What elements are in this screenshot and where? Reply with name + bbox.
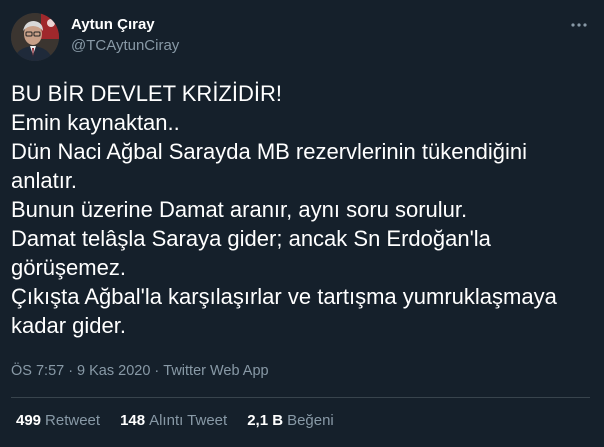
quote-tweet-count[interactable]: 148 Alıntı Tweet bbox=[120, 411, 227, 431]
tweet-time[interactable]: ÖS 7:57 bbox=[11, 363, 64, 379]
tweet-card: Aytun Çıray @TCAytunCiray BU BİR DEVLET … bbox=[0, 0, 604, 447]
tweet-date[interactable]: 9 Kas 2020 bbox=[77, 363, 150, 379]
tweet-source[interactable]: Twitter Web App bbox=[163, 363, 268, 379]
tweet-line: anlatır. bbox=[11, 168, 78, 193]
more-horizontal-icon bbox=[571, 23, 587, 27]
divider bbox=[11, 397, 590, 398]
avatar[interactable] bbox=[11, 13, 59, 61]
like-count[interactable]: 2,1 B Beğeni bbox=[247, 411, 334, 431]
author-handle[interactable]: @TCAytunCiray bbox=[71, 36, 179, 56]
like-count-value: 2,1 B bbox=[247, 412, 284, 429]
quote-tweet-count-value: 148 bbox=[120, 412, 146, 429]
meta-separator: · bbox=[68, 363, 74, 379]
tweet-line: görüşemez. bbox=[11, 255, 126, 280]
meta-separator: · bbox=[154, 363, 160, 379]
tweet-metadata: ÖS 7:57 · 9 Kas 2020 · Twitter Web App bbox=[11, 361, 269, 381]
retweet-count[interactable]: 499 Retweet bbox=[16, 411, 100, 431]
tweet-text: BU BİR DEVLET KRİZİDİR! Emin kaynaktan..… bbox=[11, 79, 591, 340]
tweet-line: Emin kaynaktan.. bbox=[11, 110, 180, 135]
tweet-line: BU BİR DEVLET KRİZİDİR! bbox=[11, 81, 282, 106]
retweet-count-value: 499 bbox=[16, 412, 42, 429]
more-options-button[interactable] bbox=[568, 14, 590, 36]
tweet-line: Damat telâşla Saraya gider; ancak Sn Erd… bbox=[11, 226, 491, 251]
tweet-stats: 499 Retweet 148 Alıntı Tweet 2,1 B Beğeni bbox=[16, 411, 354, 431]
quote-tweet-count-label: Alıntı Tweet bbox=[149, 412, 228, 429]
retweet-count-label: Retweet bbox=[45, 412, 101, 429]
author-name[interactable]: Aytun Çıray bbox=[71, 15, 155, 35]
tweet-line: Bunun üzerine Damat aranır, aynı soru so… bbox=[11, 197, 468, 222]
profile-photo-icon bbox=[11, 13, 59, 61]
like-count-label: Beğeni bbox=[287, 412, 334, 429]
tweet-line: kadar gider. bbox=[11, 313, 126, 338]
tweet-line: Dün Naci Ağbal Sarayda MB rezervlerinin … bbox=[11, 139, 528, 164]
tweet-line: Çıkışta Ağbal'la karşılaşırlar ve tartış… bbox=[11, 284, 557, 309]
